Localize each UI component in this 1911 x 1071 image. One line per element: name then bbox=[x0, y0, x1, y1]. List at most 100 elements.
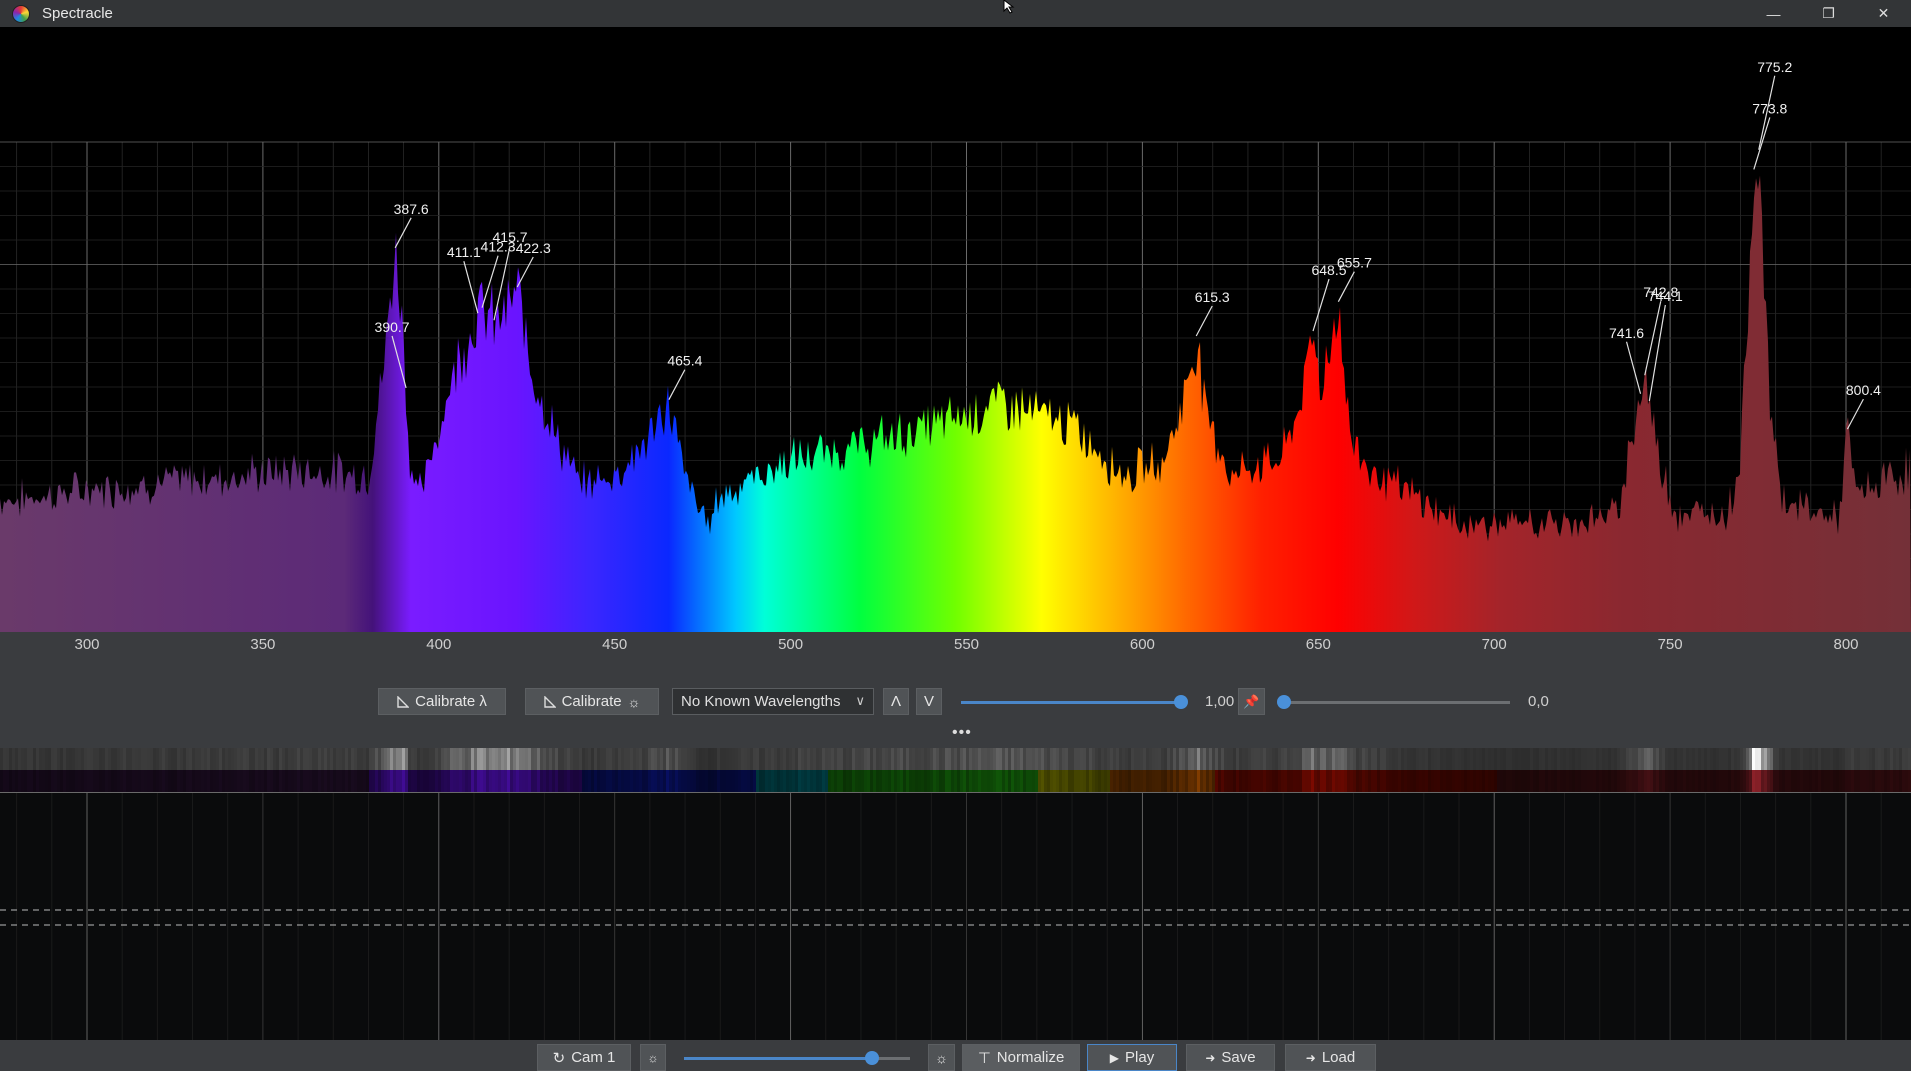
calibrate-intensity-button[interactable]: Calibrate ☼ bbox=[525, 688, 659, 715]
strip-column bbox=[1806, 770, 1809, 792]
strip-column bbox=[171, 748, 174, 770]
strip-column bbox=[387, 748, 390, 770]
strip-column bbox=[1881, 748, 1884, 770]
spectrum-chart[interactable]: 387.6390.7411.1 412.3415.7422.3465.4615.3… bbox=[0, 27, 1911, 632]
strip-column bbox=[453, 748, 456, 770]
strip-column bbox=[1452, 748, 1455, 770]
strip-column bbox=[627, 748, 630, 770]
strip-column bbox=[1098, 770, 1101, 792]
strip-column bbox=[894, 748, 897, 770]
strip-column bbox=[681, 748, 684, 770]
restore-icon[interactable]: ❐ bbox=[1801, 0, 1856, 27]
strip-column bbox=[141, 770, 144, 792]
strip-column bbox=[939, 770, 942, 792]
strip-column bbox=[216, 770, 219, 792]
strip-column bbox=[1176, 770, 1179, 792]
load-button[interactable]: ➜ Load bbox=[1285, 1044, 1376, 1071]
strip-column bbox=[588, 770, 591, 792]
strip-column bbox=[549, 770, 552, 792]
x-tick-label: 450 bbox=[602, 636, 628, 653]
gain-slider-handle[interactable] bbox=[1173, 695, 1188, 709]
strip-column bbox=[702, 748, 705, 770]
strip-column bbox=[318, 770, 321, 792]
strip-column bbox=[168, 748, 171, 770]
strip-column bbox=[1611, 770, 1614, 792]
strip-column bbox=[657, 748, 660, 770]
strip-column bbox=[1089, 748, 1092, 770]
strip-column bbox=[615, 770, 618, 792]
strip-column bbox=[279, 770, 282, 792]
strip-column bbox=[1071, 770, 1074, 792]
minimize-icon[interactable]: — bbox=[1746, 0, 1801, 27]
strip-column bbox=[1239, 770, 1242, 792]
splitter-handle[interactable]: ••• bbox=[952, 724, 972, 742]
strip-column bbox=[1479, 748, 1482, 770]
strip-column bbox=[933, 748, 936, 770]
strip-column bbox=[582, 770, 585, 792]
known-wavelengths-select[interactable]: No Known Wavelengths ∨ bbox=[672, 688, 874, 715]
close-icon[interactable]: ✕ bbox=[1856, 0, 1911, 27]
strip-column bbox=[600, 770, 603, 792]
strip-column bbox=[1617, 748, 1620, 770]
waterfall-view[interactable] bbox=[0, 793, 1911, 1040]
brightness-low-button[interactable]: ☼ bbox=[640, 1044, 666, 1071]
window-controls: — ❐ ✕ bbox=[1746, 0, 1911, 27]
strip-column bbox=[1641, 770, 1644, 792]
camera-button[interactable]: ↻ Cam 1 bbox=[537, 1044, 631, 1071]
strip-column bbox=[369, 770, 372, 792]
offset-slider-handle[interactable] bbox=[1277, 695, 1291, 709]
strip-column bbox=[411, 770, 414, 792]
strip-column bbox=[1677, 770, 1680, 792]
calibrate-lambda-button[interactable]: Calibrate λ bbox=[378, 688, 506, 715]
offset-slider-track[interactable] bbox=[1284, 701, 1510, 704]
strip-column bbox=[1500, 748, 1503, 770]
strip-column bbox=[756, 770, 759, 792]
strip-column bbox=[1113, 770, 1116, 792]
strip-column bbox=[549, 748, 552, 770]
strip-column bbox=[717, 770, 720, 792]
peak-down-button[interactable]: V bbox=[916, 688, 942, 715]
strip-column bbox=[1476, 770, 1479, 792]
strip-column bbox=[651, 748, 654, 770]
strip-column bbox=[9, 748, 12, 770]
exposure-slider-handle[interactable] bbox=[864, 1051, 879, 1065]
ruler-icon bbox=[397, 695, 410, 708]
strip-column bbox=[213, 748, 216, 770]
brightness-high-button[interactable]: ☼ bbox=[928, 1044, 955, 1071]
normalize-button[interactable]: ⊤ Normalize bbox=[962, 1044, 1080, 1071]
strip-column bbox=[1383, 748, 1386, 770]
strip-column bbox=[789, 748, 792, 770]
strip-column bbox=[963, 770, 966, 792]
strip-column bbox=[846, 748, 849, 770]
strip-column bbox=[1371, 748, 1374, 770]
strip-column bbox=[885, 748, 888, 770]
sun-icon: ☼ bbox=[935, 1049, 948, 1066]
pin-button[interactable]: 📌 bbox=[1238, 688, 1265, 715]
strip-column bbox=[279, 748, 282, 770]
strip-column bbox=[1686, 748, 1689, 770]
strip-column bbox=[24, 748, 27, 770]
play-button[interactable]: ▶ Play bbox=[1087, 1044, 1177, 1071]
save-button[interactable]: ➜ Save bbox=[1186, 1044, 1275, 1071]
strip-column bbox=[384, 770, 387, 792]
strip-column bbox=[1602, 770, 1605, 792]
strip-column bbox=[1344, 770, 1347, 792]
strip-column bbox=[1332, 770, 1335, 792]
strip-column bbox=[942, 748, 945, 770]
strip-column bbox=[1725, 748, 1728, 770]
strip-column bbox=[186, 770, 189, 792]
strip-column bbox=[180, 770, 183, 792]
strip-column bbox=[66, 770, 69, 792]
strip-column bbox=[861, 748, 864, 770]
strip-column bbox=[261, 770, 264, 792]
strip-column bbox=[1728, 748, 1731, 770]
strip-column bbox=[894, 770, 897, 792]
strip-column bbox=[3, 748, 6, 770]
strip-column bbox=[1131, 770, 1134, 792]
strip-column bbox=[1692, 748, 1695, 770]
strip-column bbox=[147, 748, 150, 770]
strip-column bbox=[378, 748, 381, 770]
strip-column bbox=[1770, 748, 1773, 770]
strip-column bbox=[1413, 770, 1416, 792]
peak-up-button[interactable]: Λ bbox=[883, 688, 909, 715]
